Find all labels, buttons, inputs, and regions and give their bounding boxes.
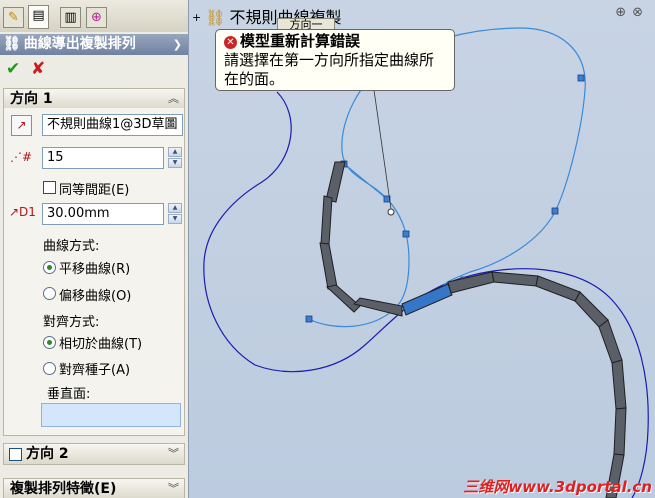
equal-spacing-label: 同等間距(E) [59, 183, 130, 198]
spacing-dimension-icon: ↗D1 [9, 205, 36, 219]
control-point[interactable] [305, 315, 313, 323]
property-manager-tab[interactable]: ▤ [28, 5, 49, 29]
translate-curve-label: 平移曲線(R) [59, 262, 131, 277]
tangent-to-curve-label: 相切於曲線(T) [59, 337, 143, 352]
direction1-group-header[interactable]: 方向 1 ︽ [3, 88, 185, 110]
ok-button[interactable]: ✔ [6, 59, 20, 79]
instances-field[interactable]: 15 [42, 147, 164, 169]
pattern-features-heading: 複製排列特徵(E) [10, 481, 117, 497]
spline-endpoint[interactable] [387, 208, 395, 216]
property-manager-icon: ▤ [32, 8, 45, 23]
pattern-features-group-header[interactable]: 複製排列特徵(E) ︾ [3, 478, 185, 498]
normal-face-selection-box[interactable] [41, 403, 181, 427]
instances-spinner[interactable]: ▲ ▼ [168, 147, 182, 169]
configuration-manager-tab[interactable]: ▥ [60, 7, 81, 28]
feature-title: 曲線導出複製排列 [23, 36, 136, 52]
expand-chevron-icon[interactable]: ︾ [168, 444, 179, 464]
tangent-to-curve-radio[interactable] [43, 336, 56, 349]
curve-pattern-icon: ⛓ [205, 8, 226, 27]
offset-curve-radio[interactable] [43, 287, 56, 300]
align-to-seed-radio[interactable] [43, 362, 56, 375]
feature-manager-icon: ✎ [8, 10, 19, 25]
error-title-text: 模型重新計算錯誤 [240, 32, 361, 50]
direction2-group-header[interactable]: 方向 2 ︾ [3, 443, 185, 465]
normal-face-label: 垂直面: [47, 387, 91, 402]
error-title: ✕ 模型重新計算錯誤 [224, 32, 446, 50]
curve-pattern-icon: ⛓ [3, 36, 21, 52]
spin-up-icon[interactable]: ▲ [168, 147, 182, 157]
panel-tabs: ✎ ▤ ▥ ⊕ [0, 0, 188, 32]
spin-down-icon[interactable]: ▼ [168, 158, 182, 168]
help-chevron-icon[interactable]: ❯ [173, 34, 182, 55]
instances-icon: ⋰# [10, 150, 33, 164]
pattern-direction-field[interactable]: 不規則曲線1@3D草圖 [42, 114, 183, 136]
watermark: 三维网www.3dportal.cn [463, 478, 652, 496]
error-icon: ✕ [224, 36, 237, 49]
alignment-label: 對齊方式: [43, 315, 100, 330]
dimxpert-tab[interactable]: ⊕ [86, 7, 107, 28]
curve-method-label: 曲線方式: [43, 239, 100, 254]
direction1-heading: 方向 1 [10, 91, 53, 107]
collapse-chevron-icon[interactable]: ︽ [168, 89, 179, 109]
configuration-manager-icon: ▥ [64, 10, 77, 25]
reverse-direction-button[interactable]: ↗ [11, 115, 32, 136]
control-point[interactable] [577, 74, 585, 82]
spin-down-icon[interactable]: ▼ [168, 214, 182, 224]
feature-manager-tab[interactable]: ✎ [3, 7, 24, 28]
equal-spacing-checkbox[interactable] [43, 181, 56, 194]
cancel-button[interactable]: ✘ [31, 59, 45, 79]
zoom-to-fit-icon[interactable]: ⊕ [615, 5, 632, 20]
error-callout: ✕ 模型重新計算錯誤 請選擇在第一方向所指定曲線所在的面。 [215, 29, 455, 91]
error-message: 請選擇在第一方向所指定曲線所在的面。 [224, 51, 435, 88]
direction2-checkbox[interactable] [9, 448, 22, 461]
spacing-spinner[interactable]: ▲ ▼ [168, 203, 182, 225]
expand-chevron-icon[interactable]: ︾ [168, 479, 179, 498]
chain-link[interactable] [613, 407, 627, 456]
offset-curve-label: 偏移曲線(O) [59, 289, 132, 304]
view-toolbar: ⊕⊗ [615, 5, 649, 20]
reverse-direction-icon: ↗ [16, 118, 27, 132]
align-to-seed-label: 對齊種子(A) [59, 363, 131, 378]
direction2-heading: 方向 2 [26, 446, 69, 462]
spacing-field[interactable]: 30.00mm [42, 203, 164, 225]
zoom-to-area-icon[interactable]: ⊗ [632, 5, 649, 20]
property-manager: ✎ ▤ ▥ ⊕ ⛓ 曲線導出複製排列 ❯ ✔ ✘ 方向 1 ︽ ↗ 不規則曲線1@… [0, 0, 189, 498]
spin-up-icon[interactable]: ▲ [168, 203, 182, 213]
control-point[interactable] [551, 207, 559, 215]
feature-title-bar: ⛓ 曲線導出複製排列 ❯ [0, 34, 188, 55]
dimxpert-icon: ⊕ [91, 10, 102, 25]
translate-curve-radio[interactable] [43, 261, 56, 274]
expand-plus-icon[interactable]: + [192, 11, 201, 24]
control-point[interactable] [402, 230, 410, 238]
